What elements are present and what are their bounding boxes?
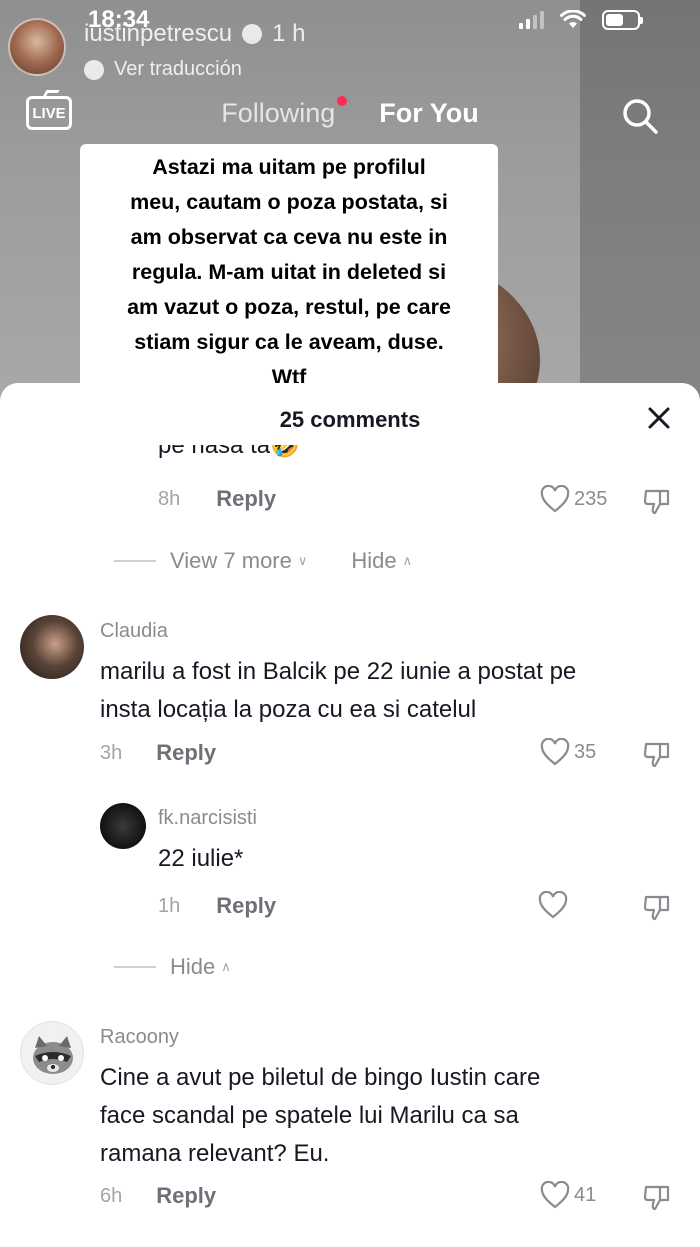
avatar[interactable] (20, 615, 84, 679)
status-time: 18:34 (88, 6, 150, 33)
reply-username[interactable]: fk.narcisisti (158, 807, 257, 830)
comments-sheet: 25 comments pe nasa ta🤣 8h Reply 235 Vie… (0, 383, 700, 1247)
status-icons (519, 10, 643, 30)
tab-following[interactable]: Following (221, 96, 348, 129)
comment-time: 1h (158, 894, 181, 917)
comment-text: Cine a avut pe biletul de bingo Iustin c… (100, 1064, 541, 1167)
signal-icon (519, 11, 544, 29)
reply-meta: 1h Reply (158, 893, 276, 919)
comment-time: 6h (100, 1184, 123, 1207)
dislike-icon[interactable] (642, 1182, 672, 1212)
like-count: 41 (574, 1183, 597, 1206)
reply-button[interactable]: Reply (216, 486, 276, 512)
wifi-icon (560, 10, 586, 28)
caption-line: Astazi ma uitam pe profilul (152, 155, 426, 179)
hide-replies-button[interactable]: Hide (351, 548, 396, 574)
chevron-down-icon: ∨ (297, 553, 308, 568)
truncated-comment-text: pe nasa ta🤣 (158, 445, 300, 459)
reply-button[interactable]: Reply (216, 893, 276, 919)
caption-line: am observat ca ceva nu este in (130, 225, 448, 249)
comment-meta: 3h Reply (100, 740, 216, 766)
reply-button[interactable]: Reply (156, 740, 216, 766)
heart-icon (540, 738, 570, 766)
comment-text: marilu a fost in Balcik pe 22 iunie a po… (100, 658, 577, 723)
view-more-button[interactable]: View 7 more (170, 548, 292, 574)
divider-line (114, 560, 156, 562)
video-shade (580, 0, 700, 400)
translate-label: Ver traducción (114, 58, 242, 80)
hide-replies-row: Hide ∧ (114, 954, 231, 980)
translate-button[interactable]: Ver traducción (84, 58, 305, 81)
heart-icon (538, 891, 568, 919)
caption-line: am vazut o poza, restul, pe care (127, 295, 451, 319)
comment-meta: 6h Reply (100, 1183, 216, 1209)
translate-icon (84, 59, 104, 80)
video-caption: Astazi ma uitam pe profilul meu, cautam … (80, 144, 498, 403)
view-more-replies: View 7 more ∨ Hide ∧ (114, 548, 412, 574)
like-count: 35 (574, 740, 597, 763)
comment-username[interactable]: Racoony (100, 1026, 179, 1049)
close-icon[interactable] (642, 401, 676, 435)
truncated-comment-meta: 8h Reply (158, 486, 276, 512)
creator-avatar[interactable] (8, 18, 66, 76)
comments-header: 25 comments (0, 383, 700, 455)
comment-time: 3h (100, 741, 123, 764)
comment-time: 8h (158, 487, 181, 510)
post-age: 1 h (272, 20, 306, 47)
like-button[interactable]: 35 (540, 738, 596, 766)
verified-icon (242, 24, 263, 44)
avatar[interactable] (20, 1021, 84, 1085)
comment-username[interactable]: Claudia (100, 620, 168, 643)
like-count: 235 (574, 487, 608, 510)
hide-replies-button[interactable]: Hide (170, 954, 215, 980)
feed-tabs: Following For You (0, 96, 700, 129)
search-icon[interactable] (620, 96, 660, 136)
like-button[interactable]: 41 (540, 1181, 596, 1209)
raccoon-icon (33, 1036, 73, 1074)
dislike-icon[interactable] (642, 739, 672, 769)
tab-for-you[interactable]: For You (379, 98, 479, 129)
heart-icon (540, 485, 570, 513)
chevron-up-icon: ∧ (402, 553, 413, 568)
reply-text: 22 iulie* (158, 845, 244, 872)
battery-icon (602, 10, 643, 30)
creator-info: iustinpetrescu 1 h Ver traducción (8, 18, 305, 81)
dislike-icon[interactable] (642, 486, 672, 516)
avatar[interactable] (100, 803, 146, 849)
caption-line: meu, cautam o poza postata, si (130, 190, 448, 214)
dislike-icon[interactable] (642, 892, 672, 922)
like-button[interactable] (538, 891, 568, 919)
reply-button[interactable]: Reply (156, 1183, 216, 1209)
divider-line (114, 966, 156, 968)
like-button[interactable]: 235 (540, 485, 607, 513)
comments-count-title: 25 comments (279, 407, 421, 432)
caption-line: regula. M-am uitat in deleted si (131, 260, 447, 284)
chevron-up-icon: ∧ (221, 959, 231, 974)
heart-icon (540, 1181, 570, 1209)
caption-line: stiam sigur ca le aveam, duse. (134, 330, 444, 354)
